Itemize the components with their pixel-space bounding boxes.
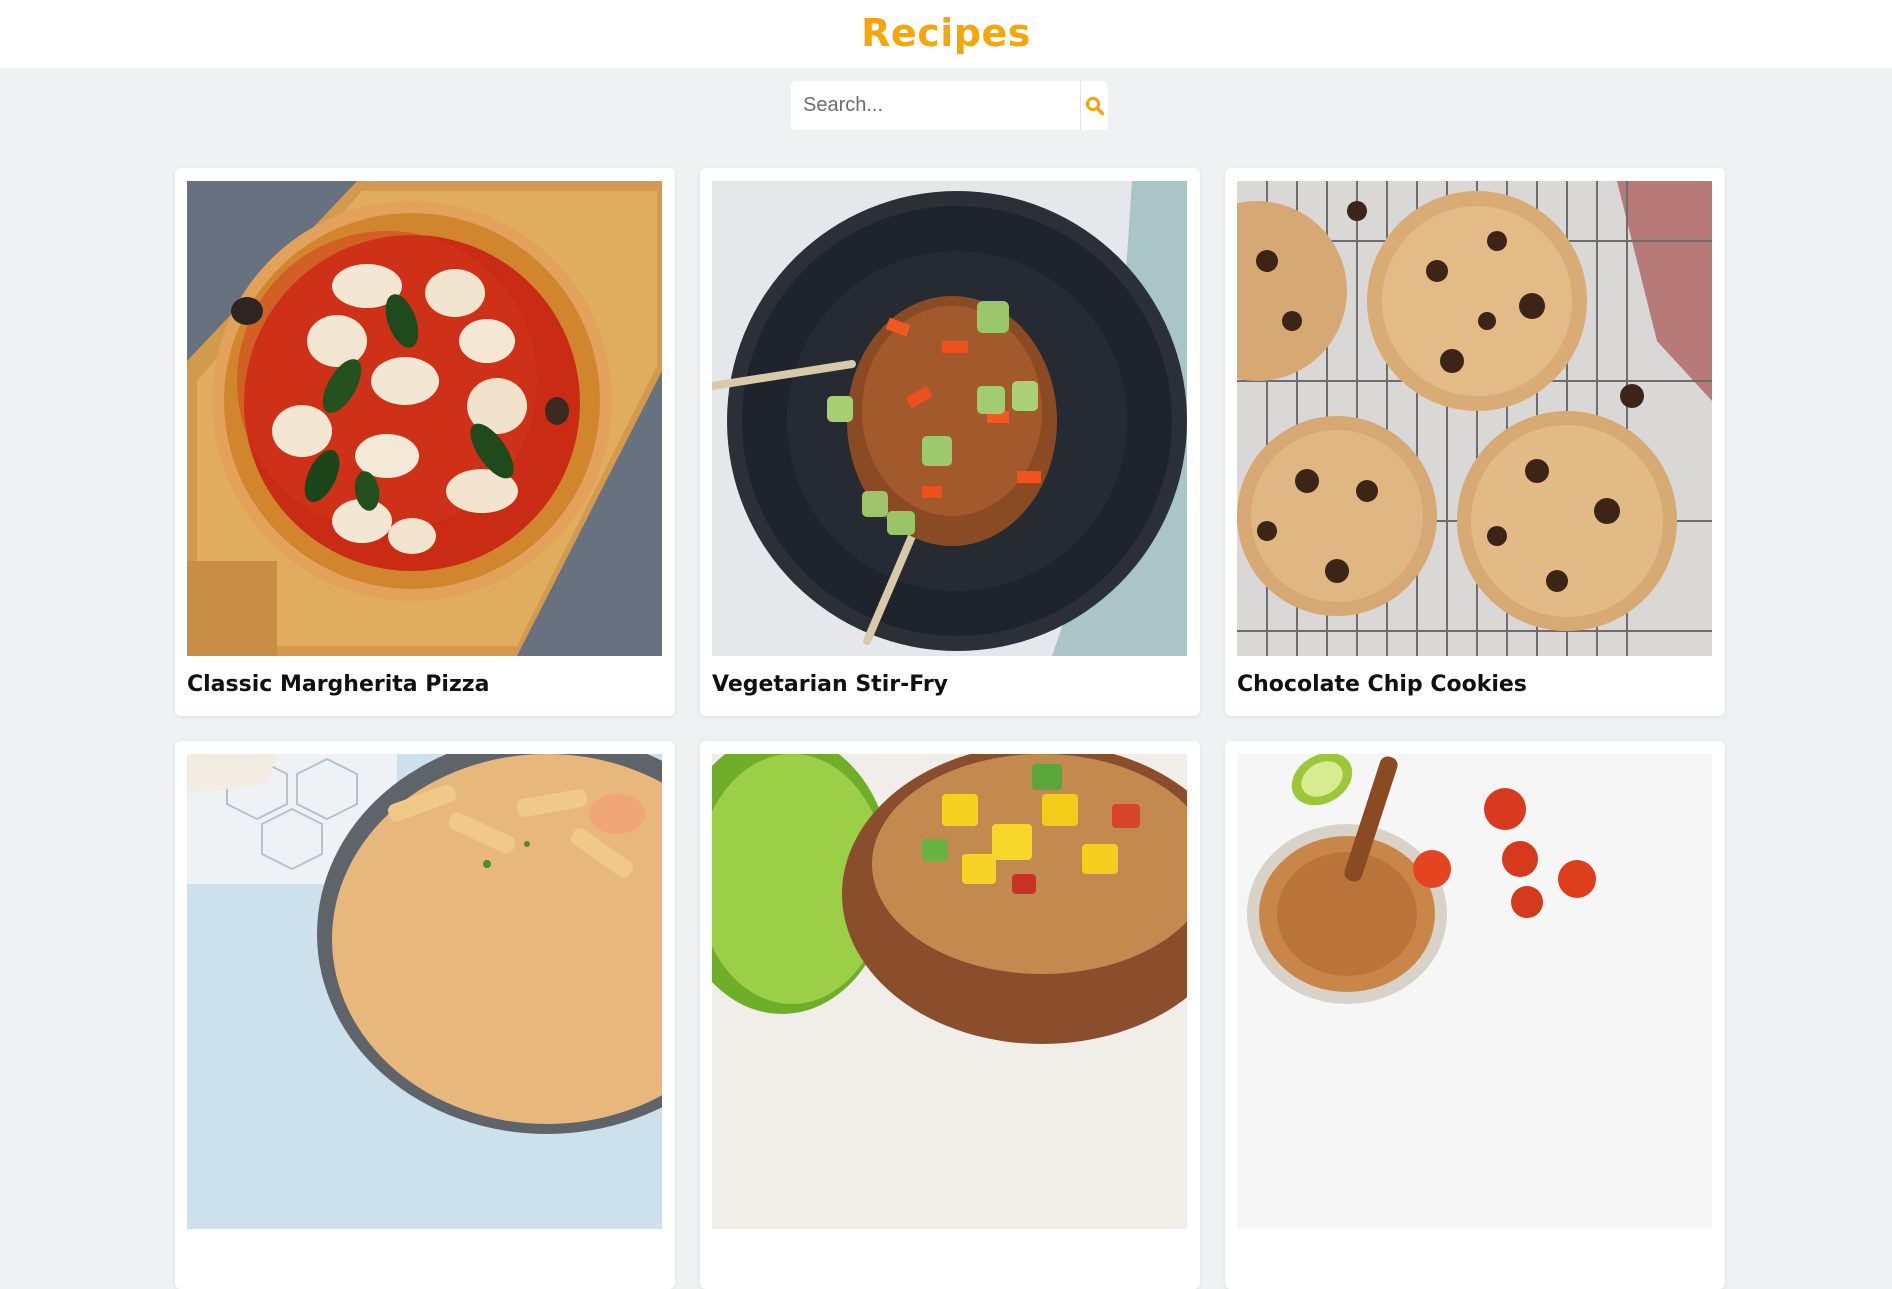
- recipe-card[interactable]: Classic Margherita Pizza: [175, 168, 675, 716]
- recipe-image-salsa[interactable]: [712, 754, 1187, 1229]
- search-icon: [1085, 96, 1104, 115]
- recipe-card[interactable]: Chocolate Chip Cookies: [1225, 168, 1725, 716]
- recipe-card[interactable]: Vegetarian Stir-Fry: [700, 168, 1200, 716]
- recipe-image-stir-fry[interactable]: [712, 181, 1187, 656]
- recipe-title[interactable]: Chocolate Chip Cookies: [1237, 672, 1527, 697]
- search-bar: [791, 81, 1108, 130]
- recipe-card[interactable]: [1225, 741, 1725, 1289]
- recipe-image-pizza[interactable]: [187, 181, 662, 656]
- recipe-image-pasta[interactable]: [187, 754, 662, 1229]
- page-title: Recipes: [861, 11, 1031, 55]
- recipe-title[interactable]: Vegetarian Stir-Fry: [712, 672, 948, 697]
- recipe-card[interactable]: [700, 741, 1200, 1289]
- recipe-image-sauce[interactable]: [1237, 754, 1712, 1229]
- recipe-card[interactable]: [175, 741, 675, 1289]
- recipe-title[interactable]: Classic Margherita Pizza: [187, 672, 489, 697]
- header: Recipes: [0, 0, 1892, 68]
- search-button[interactable]: [1080, 81, 1108, 130]
- search-input[interactable]: [791, 81, 1080, 130]
- recipe-image-cookies[interactable]: [1237, 181, 1712, 656]
